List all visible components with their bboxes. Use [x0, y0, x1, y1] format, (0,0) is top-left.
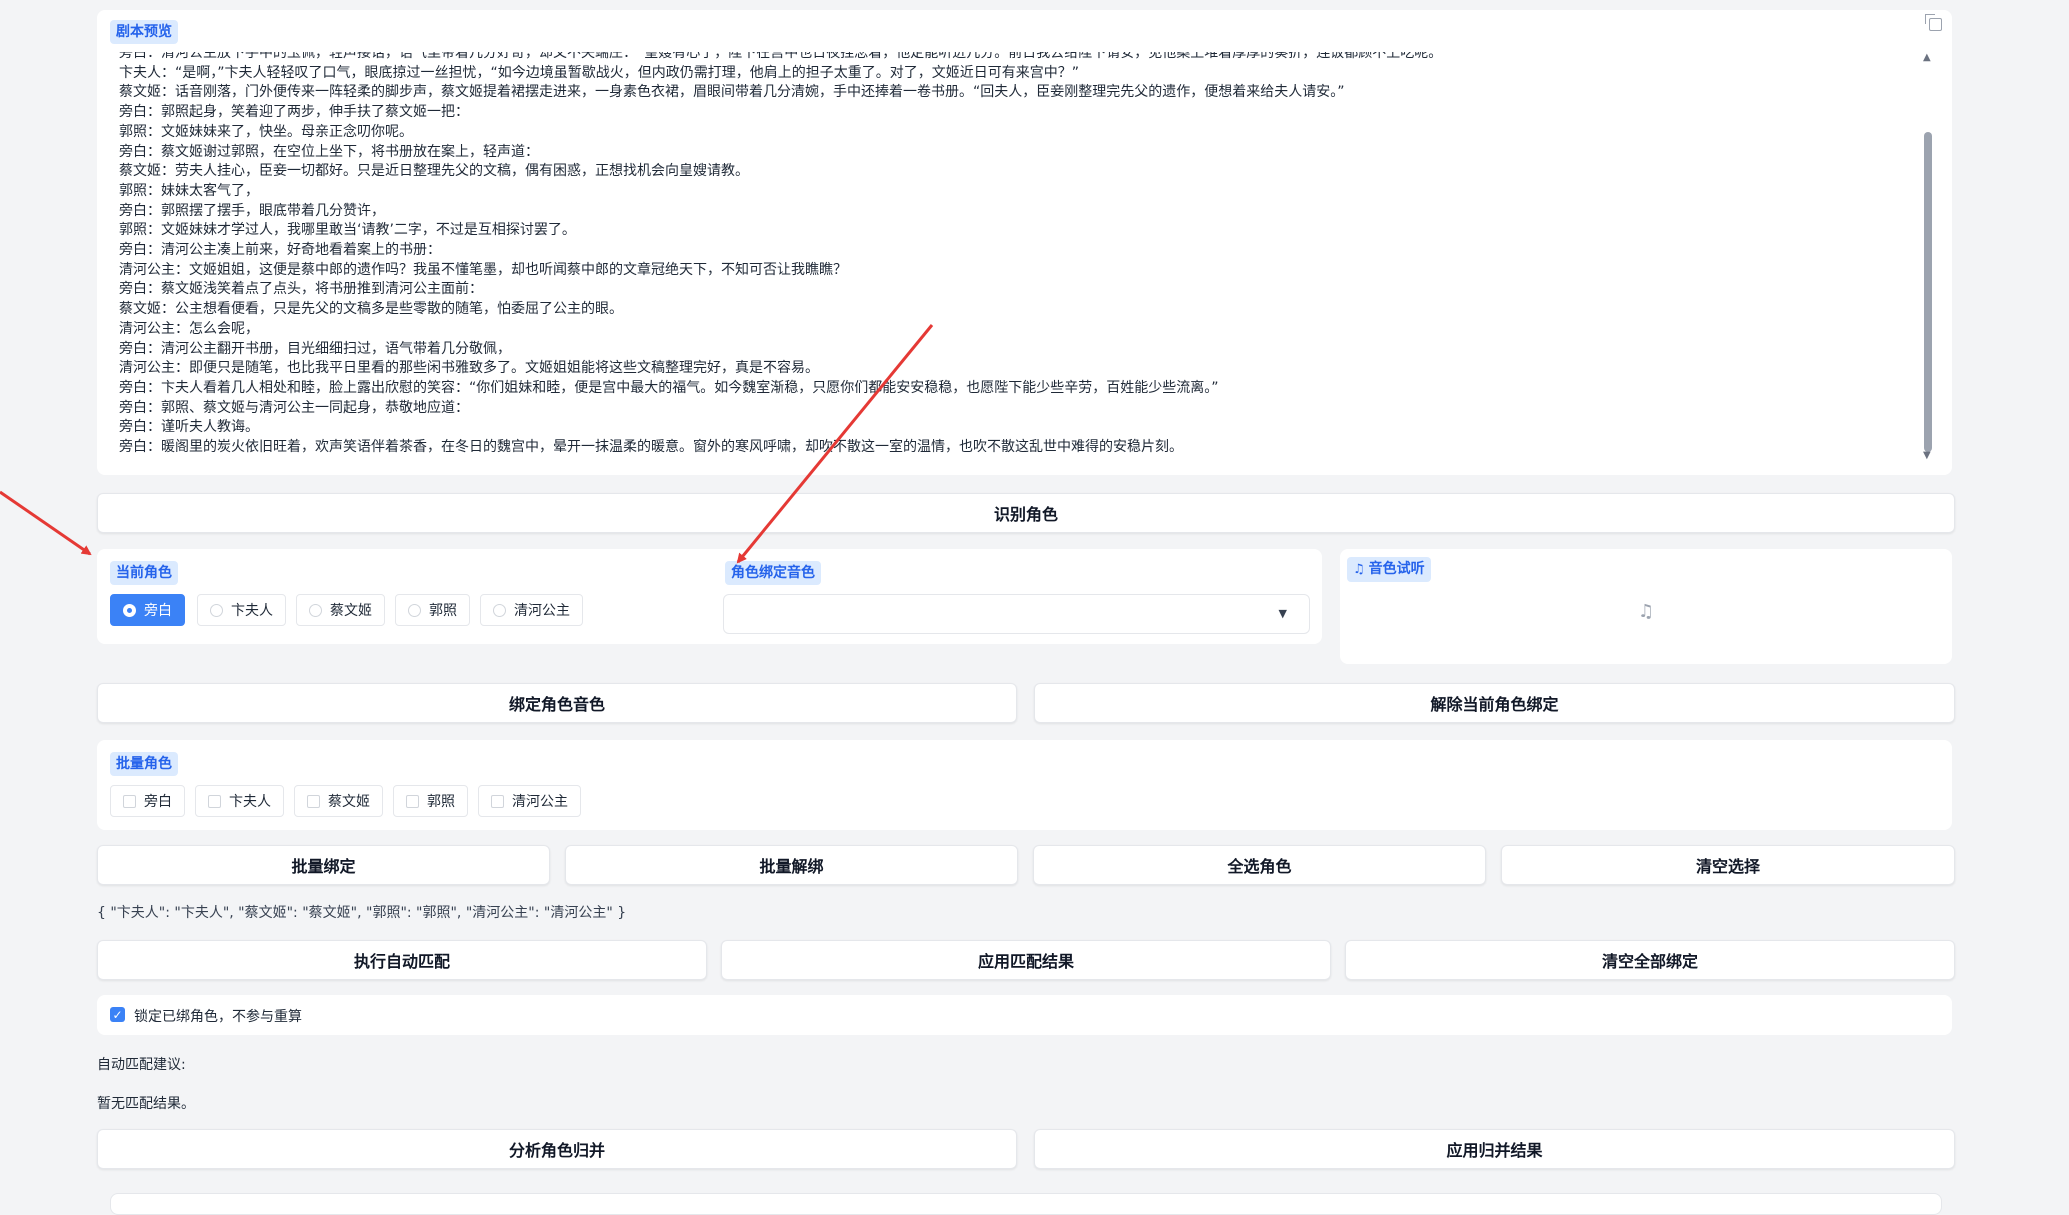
copy-icon[interactable]	[1925, 14, 1942, 31]
batch-option-narrator[interactable]: 旁白	[110, 785, 185, 817]
radio-icon	[309, 603, 322, 617]
batch-unbind-button[interactable]: 批量解绑	[565, 845, 1018, 885]
script-line: 郭照：文姬妹妹来了，快坐。母亲正念叨你呢。	[119, 123, 413, 140]
script-line: 蔡文姬：公主想看便看，只是先父的文稿多是些零散的随笔，怕委屈了公主的眼。	[119, 301, 623, 318]
role-option-label: 蔡文姬	[330, 603, 372, 619]
voice-bind-label: 角色绑定音色	[725, 561, 821, 585]
role-option-caiwenji[interactable]: 蔡文姬	[296, 594, 385, 626]
role-option-guozhao[interactable]: 郭照	[395, 594, 470, 626]
batch-option-label: 清河公主	[512, 794, 568, 810]
auto-match-button[interactable]: 执行自动匹配	[97, 940, 707, 980]
batch-option-label: 卞夫人	[229, 794, 271, 810]
scroll-down-icon[interactable]: ▼	[1923, 450, 1931, 461]
script-line: 蔡文姬：劳夫人挂心，臣妾一切都好。只是近日整理先父的文稿，偶有困惑，正想找机会向…	[119, 163, 749, 180]
role-option-qinghe[interactable]: 清河公主	[480, 594, 583, 626]
apply-merge-button[interactable]: 应用归并结果	[1034, 1129, 1955, 1169]
current-role-options: 旁白 卞夫人 蔡文姬 郭照 清河公主	[110, 594, 583, 626]
script-line: 旁白：蔡文姬浅笑着点了点头，将书册推到清河公主面前：	[119, 281, 483, 298]
apply-match-button[interactable]: 应用匹配结果	[721, 940, 1331, 980]
script-line: 卞夫人：“是啊，”卞夫人轻轻叹了口气，眼底掠过一丝担忧，“如今边境虽暂歇战火，但…	[119, 64, 1080, 81]
radio-icon	[123, 603, 136, 617]
checkbox-icon	[123, 794, 136, 808]
batch-option-guozhao[interactable]: 郭照	[393, 785, 468, 817]
script-line: 清河公主：文姬姐姐，这便是蔡中郎的遗作吗？我虽不懂笔墨，却也听闻蔡中郎的文章冠绝…	[119, 261, 847, 278]
clear-selection-button[interactable]: 清空选择	[1501, 845, 1955, 885]
radio-icon	[210, 603, 223, 617]
voice-bind-select[interactable]: ▼	[723, 594, 1310, 634]
script-preview-textarea[interactable]: 旁白：清河公主放下手中的玉佩，轻声接话，语气里带着几分好奇，却又不失端庄：“皇嫂…	[97, 52, 1942, 468]
batch-roles-options: 旁白 卞夫人 蔡文姬 郭照 清河公主	[110, 785, 581, 817]
scrollbar[interactable]: ▲ ▼	[1923, 52, 1932, 462]
script-line: 郭照：妹妹太客气了，	[119, 182, 259, 199]
checkbox-icon	[307, 794, 320, 808]
audio-placeholder-icon: ♫	[1638, 601, 1655, 622]
voice-preview-label: ♫ 音色试听	[1347, 557, 1431, 582]
script-line: 旁白：清河公主放下手中的玉佩，轻声接话，语气里带着几分好奇，却又不失端庄：“皇嫂…	[119, 52, 1443, 61]
role-option-label: 郭照	[429, 603, 457, 619]
role-option-label: 卞夫人	[231, 603, 273, 619]
auto-match-label: 自动匹配建议:	[97, 1057, 186, 1073]
script-line: 旁白：卞夫人看着几人相处和睦，脸上露出欣慰的笑容：“你们姐妹和睦，便是宫中最大的…	[119, 379, 1219, 396]
select-all-roles-button[interactable]: 全选角色	[1033, 845, 1486, 885]
analyze-merge-button[interactable]: 分析角色归并	[97, 1129, 1017, 1169]
script-line: 旁白：郭照摆了摆手，眼底带着几分赞许，	[119, 202, 385, 219]
role-option-narrator[interactable]: 旁白	[110, 594, 185, 626]
checkbox-icon	[208, 794, 221, 808]
script-line: 旁白：蔡文姬谢过郭照，在空位上坐下，将书册放在案上，轻声道：	[119, 143, 539, 160]
script-preview-label: 剧本预览	[110, 20, 178, 44]
batch-roles-label: 批量角色	[110, 752, 178, 776]
bind-voice-button[interactable]: 绑定角色音色	[97, 683, 1017, 723]
script-line: 郭照：文姬妹妹才学过人，我哪里敢当‘请教’二字，不过是互相探讨罢了。	[119, 222, 576, 239]
batch-option-label: 蔡文姬	[328, 794, 370, 810]
scroll-up-icon[interactable]: ▲	[1923, 52, 1931, 63]
identify-roles-button[interactable]: 识别角色	[97, 493, 1955, 533]
scrollbar-thumb[interactable]	[1924, 132, 1932, 452]
script-line: 旁白：郭照起身，笑着迎了两步，伸手扶了蔡文姬一把：	[119, 104, 469, 121]
batch-option-caiwenji[interactable]: 蔡文姬	[294, 785, 383, 817]
check-icon: ✓	[112, 1007, 123, 1022]
batch-bind-button[interactable]: 批量绑定	[97, 845, 550, 885]
script-line: 旁白：暖阁里的炭火依旧旺着，欢声笑语伴着茶香，在冬日的魏宫中，晕开一抹温柔的暖意…	[119, 439, 1183, 456]
role-option-label: 旁白	[144, 603, 172, 619]
script-lines: 旁白：清河公主放下手中的玉佩，轻声接话，语气里带着几分好奇，却又不失端庄：“皇嫂…	[119, 52, 1902, 458]
batch-option-label: 旁白	[144, 794, 172, 810]
radio-icon	[408, 603, 421, 617]
batch-option-qinghe[interactable]: 清河公主	[478, 785, 581, 817]
lock-option-panel	[97, 995, 1952, 1035]
batch-option-label: 郭照	[427, 794, 455, 810]
unbind-current-button[interactable]: 解除当前角色绑定	[1034, 683, 1955, 723]
script-line: 蔡文姬：话音刚落，门外便传来一阵轻柔的脚步声，蔡文姬提着裙摆走进来，一身素色衣裙…	[119, 84, 1345, 101]
script-line: 旁白：清河公主凑上前来，好奇地看着案上的书册：	[119, 242, 441, 259]
role-option-bian[interactable]: 卞夫人	[197, 594, 286, 626]
annotation-arrow-left	[0, 490, 92, 556]
script-line: 旁白：清河公主翻开书册，目光细细扫过，语气带着几分敬佩，	[119, 340, 511, 357]
voice-preview-label-text: 音色试听	[1368, 561, 1425, 577]
batch-option-bian[interactable]: 卞夫人	[195, 785, 284, 817]
bottom-panel	[110, 1193, 1942, 1215]
mapping-json-text: { "卞夫人": "卞夫人", "蔡文姬": "蔡文姬", "郭照": "郭照"…	[97, 905, 627, 921]
script-line: 旁白：谨听夫人教诲。	[119, 419, 259, 436]
checkbox-icon	[491, 794, 504, 808]
radio-icon	[493, 603, 506, 617]
script-line: 清河公主：即便只是随笔，也比我平日里看的那些闲书雅致多了。文姬姐姐能将这些文稿整…	[119, 360, 819, 377]
script-line: 清河公主：怎么会呢，	[119, 320, 259, 337]
chevron-down-icon: ▼	[1278, 607, 1287, 620]
clear-all-bindings-button[interactable]: 清空全部绑定	[1345, 940, 1955, 980]
lock-checkbox-label: 锁定已绑角色，不参与重算	[134, 1009, 302, 1025]
role-option-label: 清河公主	[514, 603, 570, 619]
lock-checkbox[interactable]: ✓	[110, 1007, 125, 1022]
music-icon: ♫	[1353, 562, 1365, 577]
current-role-label: 当前角色	[110, 561, 178, 585]
script-line: 旁白：郭照、蔡文姬与清河公主一同起身，恭敬地应道：	[119, 399, 469, 416]
checkbox-icon	[406, 794, 419, 808]
no-match-text: 暂无匹配结果。	[97, 1096, 195, 1112]
